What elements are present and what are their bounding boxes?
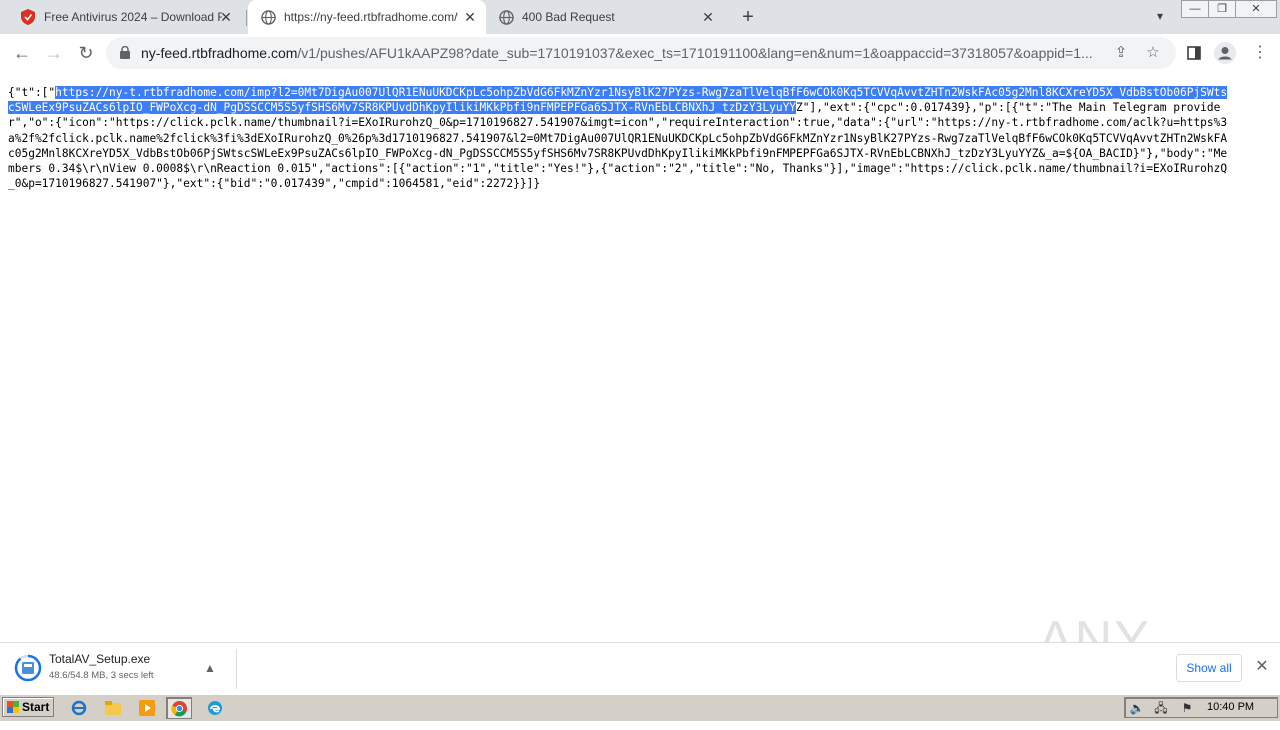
forward-arrow-icon[interactable]: →	[40, 39, 68, 67]
media-player-icon[interactable]	[134, 697, 160, 719]
volume-icon[interactable]: 🔈	[1129, 700, 1145, 716]
flag-icon[interactable]: ⚑	[1179, 700, 1195, 716]
divider	[236, 649, 237, 689]
share-icon[interactable]: ⇪	[1112, 44, 1130, 62]
browser-toolbar: ← → ↻ ny-feed.rtbfradhome.com/v1/pushes/…	[0, 34, 1280, 73]
reload-icon[interactable]: ↻	[72, 39, 100, 67]
new-tab-button[interactable]: +	[736, 6, 760, 28]
close-icon[interactable]: ✕	[1252, 657, 1272, 677]
side-panel-icon[interactable]	[1184, 43, 1204, 63]
close-icon[interactable]: ✕	[700, 9, 716, 25]
tab-strip: Free Antivirus 2024 – Download Free ✕ ht…	[0, 0, 1280, 34]
lock-icon[interactable]	[120, 45, 130, 64]
windows-flag-icon	[7, 701, 19, 713]
url-host: ny-feed.rtbfradhome.com	[141, 45, 298, 61]
page-content: {"t":["https://ny-t.rtbfradhome.com/imp?…	[0, 72, 1280, 729]
back-arrow-icon[interactable]: ←	[8, 39, 36, 67]
close-window-icon[interactable]: ✕	[1235, 0, 1277, 18]
globe-icon	[260, 9, 276, 25]
star-icon[interactable]: ☆	[1144, 44, 1162, 62]
download-file-name: TotalAV_Setup.exe	[49, 652, 151, 666]
window-controls: — ❐ ✕	[1181, 0, 1277, 18]
start-button[interactable]: Start	[2, 697, 54, 717]
download-status: 48.6/54.8 MB, 3 secs left	[49, 670, 154, 681]
close-icon[interactable]: ✕	[218, 9, 234, 25]
download-item[interactable]: TotalAV_Setup.exe 48.6/54.8 MB, 3 secs l…	[14, 651, 234, 687]
clock[interactable]: 10:40 PM	[1207, 701, 1254, 713]
file-explorer-icon[interactable]	[100, 697, 126, 719]
url-text[interactable]: ny-feed.rtbfradhome.com/v1/pushes/AFU1kA…	[141, 45, 1103, 61]
taskbar: Start 🔈 🖧 ⚑ 10:40 PM	[0, 694, 1280, 721]
shield-icon	[20, 9, 36, 25]
internet-explorer-icon[interactable]	[66, 697, 92, 719]
tab-divider	[246, 10, 247, 26]
globe-icon	[498, 9, 514, 25]
json-response[interactable]: {"t":["https://ny-t.rtbfradhome.com/imp?…	[8, 85, 1228, 191]
tab-title: https://ny-feed.rtbfradhome.com/v1	[284, 10, 458, 24]
edge-icon[interactable]	[202, 697, 228, 719]
tab-title: 400 Bad Request	[522, 10, 615, 24]
json-rest: Z"],"ext":{"cpc":0.017439},"p":[{"t":"Th…	[8, 101, 1228, 191]
start-label: Start	[22, 700, 50, 714]
chevron-down-icon[interactable]: ▾	[1152, 9, 1168, 25]
system-tray: 🔈 🖧 ⚑ 10:40 PM	[1124, 697, 1278, 718]
kebab-menu-icon[interactable]: ⋮	[1250, 43, 1270, 63]
tab-free-antivirus[interactable]: Free Antivirus 2024 – Download Free ✕	[0, 0, 246, 34]
chrome-icon[interactable]	[166, 697, 192, 719]
close-icon[interactable]: ✕	[462, 9, 478, 25]
url-path: /v1/pushes/AFU1kAAPZ98?date_sub=17101910…	[297, 45, 1093, 61]
chevron-up-icon[interactable]: ▲	[204, 661, 216, 675]
address-bar[interactable]: ny-feed.rtbfradhome.com/v1/pushes/AFU1kA…	[106, 37, 1176, 69]
minimize-icon[interactable]: —	[1181, 0, 1209, 18]
download-progress-icon	[14, 654, 42, 682]
json-prefix: {"t":["	[8, 86, 56, 99]
download-bar: TotalAV_Setup.exe 48.6/54.8 MB, 3 secs l…	[0, 642, 1280, 695]
tab-title: Free Antivirus 2024 – Download Free	[44, 10, 222, 24]
restore-icon[interactable]: ❐	[1208, 0, 1236, 18]
network-icon[interactable]: 🖧	[1153, 700, 1169, 716]
profile-avatar-icon[interactable]	[1214, 42, 1236, 64]
tab-bad-request[interactable]: 400 Bad Request ✕	[488, 0, 728, 34]
show-all-button[interactable]: Show all	[1176, 654, 1242, 682]
tab-rtbfradhome[interactable]: https://ny-feed.rtbfradhome.com/v1 ✕	[248, 0, 486, 34]
